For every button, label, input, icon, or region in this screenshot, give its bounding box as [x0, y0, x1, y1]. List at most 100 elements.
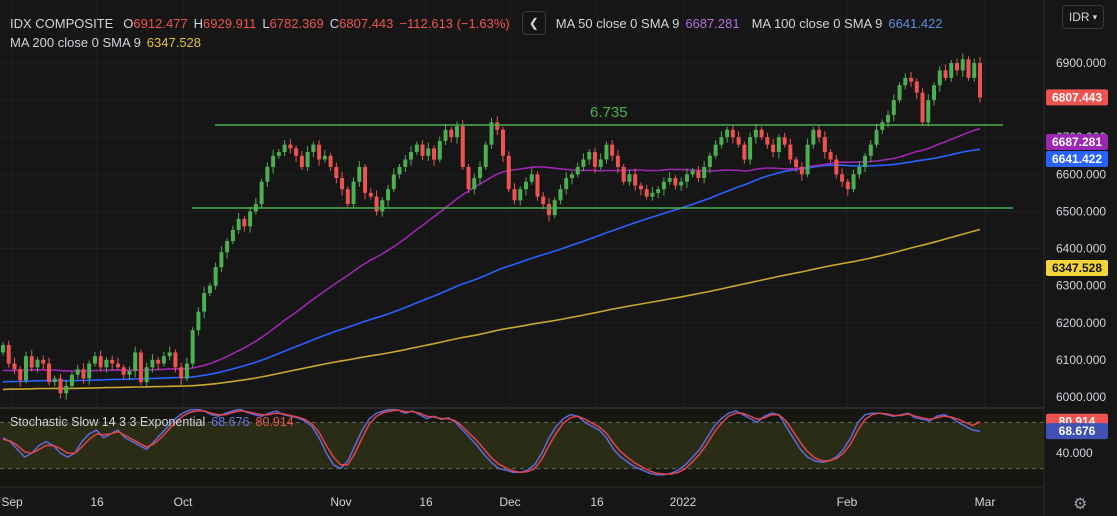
stoch-label[interactable]: Stochastic Slow 14 3 3 Exponential	[10, 415, 205, 429]
candle-body	[391, 174, 396, 190]
candle-body	[684, 174, 689, 182]
candle-body	[690, 170, 695, 175]
candle-body	[840, 174, 845, 182]
candle-body	[828, 152, 833, 160]
candle-body	[414, 144, 419, 153]
candle-body	[863, 155, 868, 167]
candle-body	[518, 189, 523, 201]
gear-icon[interactable]: ⚙	[1073, 494, 1087, 514]
resistance-label: 6.735	[590, 104, 628, 121]
candle-body	[753, 129, 758, 138]
candle-body	[535, 174, 540, 197]
candle-body	[6, 345, 11, 364]
currency-button[interactable]: IDR ▾	[1062, 5, 1104, 29]
candle-body	[805, 144, 810, 175]
candle-body	[972, 63, 977, 78]
candle-body	[311, 144, 316, 153]
candle-body	[771, 144, 776, 153]
candle-body	[817, 129, 822, 138]
candle-body	[460, 126, 465, 167]
candle-body	[650, 192, 655, 197]
price-chart[interactable]: 6.735 6000.000 6100.000 6200.000 6300.000 64…	[0, 0, 1117, 516]
time-tick-label: 2022	[670, 495, 697, 509]
stoch-k-badge-text: 68.676	[1059, 424, 1096, 438]
candle-body	[386, 189, 391, 201]
candle-body	[64, 385, 69, 394]
ma50-label[interactable]: MA 50 close 0 SMA 9	[556, 16, 680, 31]
candle-body	[18, 369, 23, 381]
candle-body	[35, 359, 40, 368]
change-value: −112.613 (−1.63%)	[399, 15, 510, 31]
candle-body	[225, 241, 230, 253]
time-tick-label: Nov	[330, 495, 351, 509]
candle-body	[420, 144, 425, 156]
time-tick-label: Oct	[174, 495, 193, 509]
candle-body	[69, 374, 74, 386]
candle-body	[736, 137, 741, 145]
candle-body	[541, 196, 546, 205]
candle-body	[75, 369, 80, 375]
ma200-label[interactable]: MA 200 close 0 SMA 9	[10, 35, 141, 50]
candle-body	[794, 159, 799, 167]
candle-body	[592, 152, 597, 167]
candle-body	[748, 137, 753, 160]
close-badge-text: 6807.443	[1052, 90, 1102, 104]
candle-body	[661, 181, 666, 190]
candle-body	[230, 230, 235, 242]
candle-body	[121, 367, 126, 375]
candle-body	[357, 166, 362, 182]
candle-body	[799, 166, 804, 175]
candle-body	[317, 144, 322, 160]
candle-body	[857, 166, 862, 175]
low-label: L	[262, 15, 270, 31]
candle-body	[110, 359, 115, 364]
candle-body	[564, 178, 569, 190]
chevron-left-icon: ❮	[528, 16, 539, 30]
stoch-band	[0, 422, 1044, 469]
candle-body	[610, 144, 615, 156]
price-tick-label: 6600.000	[1056, 167, 1106, 181]
high-value: 6929.911	[203, 15, 257, 31]
candle-body	[523, 181, 528, 190]
candle-body	[449, 129, 454, 138]
candle-body	[432, 148, 437, 160]
symbol-title[interactable]: IDX COMPOSITE	[10, 16, 113, 31]
stoch-k-value: 68.676	[211, 415, 250, 429]
candle-body	[960, 59, 965, 71]
candle-body	[978, 63, 982, 98]
price-tick-label: 6900.000	[1056, 56, 1106, 70]
candle-body	[288, 144, 293, 149]
candle-body	[259, 181, 264, 205]
candle-body	[782, 137, 787, 145]
candle-body	[340, 178, 345, 190]
candle-body	[581, 159, 586, 167]
candle-body	[46, 363, 51, 383]
ma100-label[interactable]: MA 100 close 0 SMA 9	[752, 16, 883, 31]
candle-body	[52, 378, 57, 383]
price-tick-label: 6500.000	[1056, 204, 1106, 218]
candle-body	[914, 81, 919, 93]
candle-body	[868, 144, 873, 156]
candle-body	[23, 356, 28, 381]
candle-body	[903, 77, 908, 86]
candle-body	[92, 356, 97, 364]
collapse-button[interactable]: ❮	[521, 11, 546, 35]
candle-body	[845, 181, 850, 190]
candle-body	[299, 155, 304, 167]
candle-body	[834, 159, 839, 175]
candle-body	[276, 152, 281, 156]
ohlc-header: IDX COMPOSITE O 6912.477 H 6929.911 L 6782.…	[10, 11, 943, 35]
candle-body	[466, 166, 471, 190]
candle-body	[345, 189, 350, 205]
candle-body	[334, 166, 339, 179]
candle-body	[558, 189, 563, 201]
currency-label: IDR	[1068, 10, 1090, 24]
candle-body	[742, 144, 747, 160]
candle-body	[472, 178, 477, 190]
candle-body	[328, 155, 333, 167]
time-tick-label: 16	[90, 495, 104, 509]
candle-body	[133, 352, 138, 372]
ma100-badge-text: 6641.422	[1052, 152, 1102, 166]
candle-body	[500, 129, 505, 156]
candle-body	[138, 352, 143, 383]
